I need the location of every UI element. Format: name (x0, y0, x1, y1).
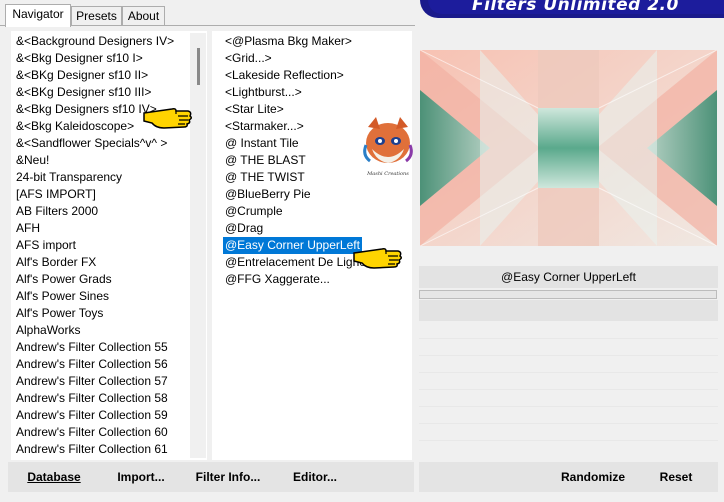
filter-item[interactable]: <Lightburst...> (225, 84, 302, 101)
category-list[interactable]: &<Background Designers IV> &<Bkg Designer… (11, 31, 207, 460)
watermark-text: Mashi Creations (366, 171, 409, 177)
category-item[interactable]: Andrew's Filter Collection 59 (16, 407, 168, 424)
parameter-slot (419, 372, 718, 373)
category-item[interactable]: Andrew's Filter Collection 55 (16, 339, 168, 356)
category-item[interactable]: &<BKg Designer sf10 II> (16, 67, 148, 84)
category-item[interactable]: 24-bit Transparency (16, 169, 122, 186)
selected-filter-name: @Easy Corner UpperLeft (501, 270, 636, 284)
filter-item[interactable]: <Grid...> (225, 50, 272, 67)
tab-navigator[interactable]: Navigator (5, 4, 71, 27)
filter-item[interactable]: <Star Lite> (225, 101, 284, 118)
editor-button[interactable]: Editor... (284, 465, 346, 489)
category-item[interactable]: Alf's Power Sines (16, 288, 109, 305)
title-banner: Filters Unlimited 2.0 (420, 0, 724, 18)
filter-item[interactable]: @ Instant Tile (225, 135, 299, 152)
filter-item[interactable]: <Lakeside Reflection> (225, 67, 344, 84)
category-scrollbar[interactable] (190, 33, 206, 458)
category-item[interactable]: [AFS IMPORT] (16, 186, 96, 203)
filter-info-button-label: Filter Info... (195, 470, 261, 484)
category-item[interactable]: Andrew's Filter Collection 58 (16, 390, 168, 407)
category-item[interactable]: Andrew's Filter Collection 62 (16, 458, 168, 460)
tab-navigator-label: Navigator (12, 7, 64, 21)
tab-about-label: About (127, 9, 160, 23)
filter-item-selected[interactable]: @Easy Corner UpperLeft (223, 237, 362, 254)
tab-presets-label: Presets (76, 9, 117, 23)
filter-preview-image (420, 50, 717, 246)
parameter-slot (419, 423, 718, 424)
parameter-area-header (419, 300, 718, 321)
reset-button-label: Reset (659, 470, 693, 484)
category-item[interactable]: AB Filters 2000 (16, 203, 98, 220)
filter-item[interactable]: @BlueBerry Pie (225, 186, 311, 203)
category-item[interactable]: Alf's Power Grads (16, 271, 112, 288)
filter-item[interactable]: @FFG Xaggerate... (225, 271, 330, 288)
filter-info-button[interactable]: Filter Info... (188, 465, 268, 489)
category-item[interactable]: &<Bkg Kaleidoscope> (16, 118, 134, 135)
category-item[interactable]: AFS import (16, 237, 76, 254)
category-item[interactable]: &<Bkg Designer sf10 I> (16, 50, 143, 67)
selected-filter-name-box: @Easy Corner UpperLeft (419, 266, 718, 288)
category-item[interactable]: &<Sandflower Specials^v^ > (16, 135, 167, 152)
category-scrollbar-thumb[interactable] (197, 48, 200, 85)
reset-button[interactable]: Reset (648, 465, 704, 489)
category-item[interactable]: Alf's Border FX (16, 254, 96, 271)
category-item[interactable]: Alf's Power Toys (16, 305, 103, 322)
category-item[interactable]: &<BKg Designer sf10 III> (16, 84, 151, 101)
category-item[interactable]: Andrew's Filter Collection 56 (16, 356, 168, 373)
randomize-button-label: Randomize (560, 470, 625, 484)
tab-presets[interactable]: Presets (71, 6, 122, 25)
editor-button-label: Editor... (292, 470, 337, 484)
parameter-slot (419, 440, 718, 441)
filter-item[interactable]: <@Plasma Bkg Maker> (225, 33, 352, 50)
filter-item[interactable]: @ THE BLAST (225, 152, 306, 169)
parameter-slot (419, 338, 718, 339)
category-item[interactable]: AFH (16, 220, 40, 237)
category-item[interactable]: &<Bkg Designers sf10 IV> (16, 101, 157, 118)
database-button-label: Database (27, 470, 81, 484)
filter-item[interactable]: @ THE TWIST (225, 169, 305, 186)
progress-bar (419, 290, 717, 299)
category-item[interactable]: Andrew's Filter Collection 61 (16, 441, 168, 458)
filter-item[interactable]: @Entrelacement De Lignes (225, 254, 372, 271)
import-button[interactable]: Import... (108, 465, 174, 489)
pointing-hand-icon (353, 248, 403, 269)
tab-about[interactable]: About (122, 6, 165, 25)
fox-watermark-logo: Mashi Creations (363, 117, 413, 177)
banner-title: Filters Unlimited 2.0 (472, 0, 679, 15)
parameter-slot (419, 355, 718, 356)
parameter-slot (419, 406, 718, 407)
category-item[interactable]: &Neu! (16, 152, 49, 169)
randomize-button[interactable]: Randomize (550, 465, 636, 489)
category-item[interactable]: Andrew's Filter Collection 57 (16, 373, 168, 390)
category-item[interactable]: Andrew's Filter Collection 60 (16, 424, 168, 441)
category-item[interactable]: AlphaWorks (16, 322, 80, 339)
import-button-label: Import... (117, 470, 165, 484)
filter-item[interactable]: <Starmaker...> (225, 118, 304, 135)
filter-item[interactable]: @Drag (225, 220, 263, 237)
parameter-slot (419, 389, 718, 390)
filter-item[interactable]: @Crumple (225, 203, 283, 220)
pointing-hand-icon (143, 108, 193, 129)
database-button[interactable]: Database (18, 465, 90, 489)
category-item[interactable]: &<Background Designers IV> (16, 33, 174, 50)
